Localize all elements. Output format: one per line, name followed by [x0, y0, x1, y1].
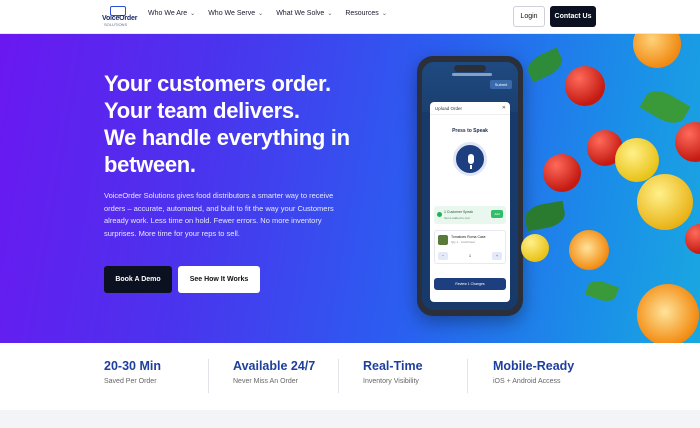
- chevron-down-icon: ⌄: [258, 11, 264, 17]
- see-how-it-works-button[interactable]: See How It Works: [178, 266, 260, 293]
- menu-item-resources[interactable]: Resources ⌄: [345, 10, 387, 17]
- press-to-speak-label: Press to Speak: [452, 128, 488, 134]
- logo-text: VoiceOrder: [102, 15, 138, 22]
- headline-line: We handle everything in: [104, 125, 350, 150]
- chevron-down-icon: ⌄: [327, 11, 333, 17]
- hero-headline: Your customers order. Your team delivers…: [104, 70, 404, 178]
- order-item-card: Tomatoes Roma Case Qty 1 · Confirmed − 1…: [434, 230, 506, 264]
- modal-title: Upload Order: [435, 106, 463, 111]
- leaf-image: [584, 277, 620, 305]
- menu-item-what-we-solve[interactable]: What We Solve ⌄: [276, 10, 332, 17]
- login-button[interactable]: Login: [513, 6, 545, 27]
- close-icon: ✕: [501, 105, 506, 111]
- stat-value: Available 24/7: [233, 359, 316, 373]
- fresh-produce-image: [521, 34, 700, 343]
- leaf-image: [523, 200, 567, 232]
- tomato-image: [543, 154, 581, 192]
- leaf-image: [524, 47, 566, 83]
- stat-time-saved: 20-30 Min Saved Per Order: [104, 359, 161, 385]
- stat-label: Never Miss An Order: [233, 378, 298, 385]
- headline-line: Your customers order.: [104, 71, 331, 96]
- lemon-image: [521, 234, 549, 262]
- microphone-button: [453, 142, 487, 176]
- divider: [467, 359, 468, 393]
- leaf-image: [639, 84, 691, 130]
- hero-subcopy: VoiceOrder Solutions gives food distribu…: [104, 191, 334, 238]
- tomato-image: [675, 122, 700, 162]
- lemon-image: [637, 174, 693, 230]
- tomato-image: [565, 66, 605, 106]
- stat-availability: Available 24/7 Never Miss An Order: [233, 359, 315, 385]
- stat-value: 20-30 Min: [104, 359, 161, 373]
- stat-value: Mobile-Ready: [493, 359, 575, 373]
- menu-item-who-we-serve[interactable]: Who We Serve ⌄: [208, 10, 263, 17]
- stat-label: Inventory Visibility: [363, 378, 419, 385]
- main-menu: Who We Are ⌄ Who We Serve ⌄ What We Solve ⌄…: [148, 10, 387, 17]
- phone-screen: Submit Upload Order ✕ Press to Speak 1 C…: [422, 62, 518, 310]
- stat-value: Real-Time: [363, 359, 423, 373]
- plus-icon: +: [491, 251, 502, 260]
- lemon-image: [615, 138, 659, 182]
- menu-item-who-we-are[interactable]: Who We Are ⌄: [148, 10, 195, 17]
- stat-label: iOS + Android Access: [493, 378, 561, 385]
- stat-mobile-ready: Mobile-Ready iOS + Android Access: [493, 359, 574, 385]
- product-thumbnail: [438, 235, 448, 245]
- chevron-down-icon: ⌄: [381, 11, 387, 17]
- contact-us-button[interactable]: Contact Us: [550, 6, 596, 27]
- phone-mockup: Submit Upload Order ✕ Press to Speak 1 C…: [417, 56, 523, 316]
- headline-line: Your team delivers.: [104, 98, 300, 123]
- logo-subtext: SOLUTIONS: [104, 22, 128, 27]
- brand-logo[interactable]: VoiceOrder SOLUTIONS: [102, 6, 138, 28]
- check-icon: [437, 212, 442, 217]
- menu-item-label: Who We Serve: [208, 10, 256, 17]
- orange-slice-image: [633, 34, 681, 68]
- add-badge: Add: [491, 210, 503, 218]
- headline-line: between.: [104, 152, 196, 177]
- upload-order-modal: Upload Order ✕ Press to Speak 1 Customer…: [430, 102, 510, 302]
- divider: [338, 359, 339, 393]
- hero-section: Your customers order. Your team delivers…: [0, 34, 700, 343]
- review-changes-button: Review 1 Changes: [434, 278, 506, 290]
- orange-slice-image: [637, 284, 699, 343]
- quantity-stepper: − 1 +: [438, 251, 502, 260]
- menu-item-label: What We Solve: [276, 10, 325, 17]
- top-nav: VoiceOrder SOLUTIONS Who We Are ⌄ Who We …: [0, 0, 700, 34]
- stat-real-time: Real-Time Inventory Visibility: [363, 359, 423, 385]
- stats-bar: 20-30 Min Saved Per Order Available 24/7…: [0, 343, 700, 410]
- divider: [208, 359, 209, 393]
- tomato-image: [685, 224, 700, 254]
- phone-notch: [454, 65, 486, 72]
- stat-label: Saved Per Order: [104, 378, 157, 385]
- orange-slice-image: [569, 230, 609, 270]
- phone-submit-pill: Submit: [490, 80, 512, 89]
- minus-icon: −: [438, 251, 448, 260]
- matched-banner: 1 Customer Speak Items added to cart Add: [434, 206, 506, 224]
- microphone-icon: [468, 154, 474, 164]
- menu-item-label: Resources: [345, 10, 379, 17]
- book-demo-button[interactable]: Book A Demo: [104, 266, 172, 293]
- menu-item-label: Who We Are: [148, 10, 188, 17]
- chevron-down-icon: ⌄: [190, 11, 196, 17]
- next-section-edge: [0, 410, 700, 428]
